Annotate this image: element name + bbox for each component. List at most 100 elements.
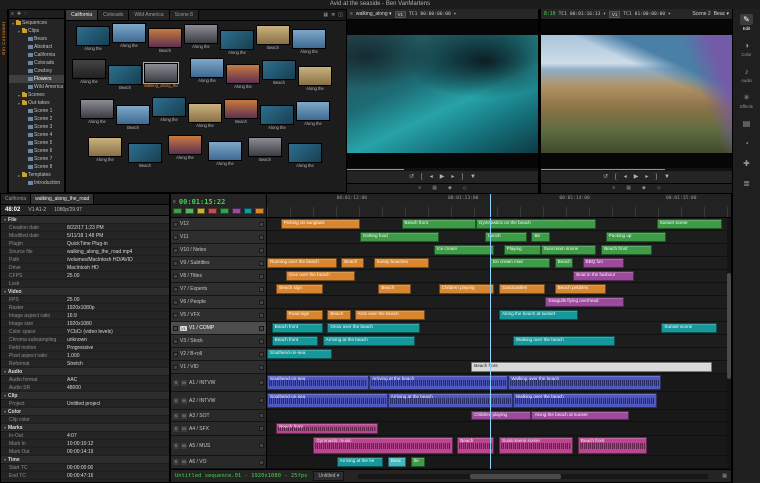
clip-beach-front[interactable]: Beach front [601,245,652,255]
record-play-icon[interactable]: ▶ [634,174,639,180]
tree-item-scene-8[interactable]: Scene 8 [9,163,64,171]
clip-beach-front[interactable]: Beach front [272,336,318,346]
clip-beach-front[interactable]: Beach front [276,423,378,434]
bin-tab-scene-8[interactable]: Scene 8 [170,10,199,20]
timeline-horizontal-scrollbar[interactable] [358,474,708,479]
track-lock-button[interactable] [259,300,264,305]
record-position-bar[interactable] [541,168,732,171]
search-icon[interactable]: ◌ [24,10,27,18]
track-lane-v1-comp[interactable]: Beach frontGrow over the beachSunset sce… [267,322,731,335]
clip-running-over-the-beach[interactable]: Running over the beach [267,258,337,268]
timeline-vertical-scrollbar[interactable] [727,218,731,469]
source-mark-in-icon[interactable]: [ [421,174,423,180]
solo-button[interactable]: S [173,413,179,419]
track-lane-v10-notes[interactable]: Ice creamPlayingSuncream sceneBeach fron… [267,244,731,257]
playhead-line[interactable] [490,218,491,469]
record-timecode-display[interactable]: 00:01:16:13 ▾ [570,12,606,17]
track-lane-v12[interactable]: Picking on sunglassBeach frontGymnastics… [267,218,731,231]
track-header-a3-sot[interactable]: SMA3 / SOT [171,410,266,422]
track-header-v3-stock[interactable]: V3 / Stock [171,335,266,348]
record-timecode2-display[interactable]: 01:00:00:00 ▾ [635,12,671,17]
source-play-icon[interactable]: ▶ [440,174,445,180]
fast-menu-icon[interactable]: ≡ [11,10,14,18]
mute-button[interactable]: M [181,443,187,449]
bin-clip-beach[interactable]: Beach [128,143,162,168]
add-tool[interactable]: ✚ [735,158,759,169]
clip-beach[interactable]: Beach [341,258,364,268]
tree-item-bears[interactable]: Bears [9,35,64,43]
bin-clip-along-the[interactable]: Along the [72,59,106,84]
tree-item-out-takes[interactable]: ▾Out-takes [9,99,64,107]
clip-sandcastles[interactable]: Sandcastles [499,284,545,294]
track-monitor-button[interactable] [173,248,178,253]
track-lock-button[interactable] [259,313,264,318]
clip-sunset-scene[interactable]: Sunset scene [661,323,717,333]
script-view-icon[interactable]: ◫ [338,11,343,19]
track-header-v12[interactable]: V12 [171,218,266,231]
clip-beach[interactable]: Beach [327,310,350,320]
source-timecode-display[interactable]: 00:00:06:00 ▾ [420,12,456,17]
source-monitor-viewport[interactable] [347,20,538,168]
info-section-time[interactable]: ▾Time [1,456,169,464]
bin-clip-beach[interactable]: Beach [148,28,182,53]
source-step-forward-icon[interactable]: ▸ [451,174,454,180]
clip-along-the-beach-at-sunset[interactable]: Along the beach at sunset [499,310,578,320]
track-monitor-button[interactable] [173,261,178,266]
track-lane-v11[interactable]: Getting foodLunchBePacking up [267,231,731,244]
solo-button[interactable]: S [173,380,179,386]
track-lock-button[interactable] [259,365,264,370]
source-fast-menu-icon[interactable]: ≡ [350,11,353,17]
clip-children-playing[interactable]: Children playing [471,411,531,420]
track-header-v10-notes[interactable]: V10 / Notes [171,244,266,257]
source-position-bar[interactable] [347,168,538,171]
list-view-icon[interactable]: ≣ [331,11,335,19]
clip-beach-front[interactable]: Beach front [402,219,476,229]
clip-seagulls-flying-overhead[interactable]: Seagulls flying overhead [545,297,624,307]
timecode-ruler[interactable]: 00:01:12:0000:01:13:0000:01:14:0000:01:1… [266,194,731,217]
track-lock-button[interactable] [259,426,264,431]
track-lane-v7-experts[interactable]: Beach signBeachChildren playingSandcastl… [267,283,731,296]
clip-walking-over-the-beach[interactable]: Walking over the beach [513,393,657,408]
record-loop-icon[interactable]: ↺ [603,174,608,180]
tree-item-abstract[interactable]: Abstract [9,43,64,51]
clip-getting-food[interactable]: Getting food [360,232,439,242]
record-effect-mode-icon[interactable]: ◆ [642,186,646,191]
track-lock-button[interactable] [259,352,264,357]
sequence-tab[interactable]: Untitled ▾ [313,471,344,481]
clip-bbq-fun[interactable]: BBQ fun [583,258,625,268]
mute-button[interactable]: M [181,413,187,419]
bin-clip-along-the[interactable]: Along the [184,24,218,49]
info-section-file[interactable]: ▾File [1,216,169,224]
tree-item-scene-4[interactable]: Scene 4 [9,131,64,139]
bin-clip-along-the[interactable]: Along the [288,143,322,168]
bin-clip-beach[interactable]: Beach [116,105,150,130]
track-header-v9-subtitles[interactable]: V9 / Subtitles [171,257,266,270]
track-lane-a3-sot[interactable]: Children playingAlong the beach at sunse… [267,410,731,422]
frame-view-icon[interactable]: ▦ [323,11,328,19]
source-clip-name-menu[interactable]: walking_along ▾ [356,11,392,17]
record-monitor-viewport[interactable] [541,20,732,168]
record-fast-menu-icon[interactable]: ≡ [612,186,615,191]
clip-give-over-the-beach[interactable]: Give over the beach [286,271,356,281]
bin-clip-along-the[interactable]: Along the [88,137,122,162]
mute-button[interactable]: M [181,426,187,432]
info-section-marks[interactable]: ▾Marks [1,424,169,432]
track-lock-button[interactable] [259,274,264,279]
playhead-marker[interactable] [490,194,491,217]
bin-clip-along-the[interactable]: Along the [152,97,186,122]
source-tc-format-menu[interactable]: TC1 [409,12,417,17]
bin-clip-along-the[interactable]: Along the [76,26,110,51]
track-lock-button[interactable] [259,339,264,344]
track-monitor-button[interactable] [173,352,178,357]
bin-clip-along-the[interactable]: Along the [190,58,224,83]
library-tool[interactable]: ▤ [735,118,759,129]
source-fast-menu-icon[interactable]: ≡ [418,186,421,191]
audio-tool[interactable]: ♪Audio [735,66,759,83]
bin-clip-beach[interactable]: Beach [108,65,142,90]
bin-clip-along-the[interactable]: Along the [220,30,254,55]
clip-beac[interactable]: Beac [388,457,407,467]
track-lock-button[interactable] [259,261,264,266]
clip-ice-cream-man[interactable]: Ice cream man [490,258,550,268]
bin-clip-along-the[interactable]: Along the [208,141,242,166]
track-header-a6-vo[interactable]: SMA6 / VO [171,456,266,469]
